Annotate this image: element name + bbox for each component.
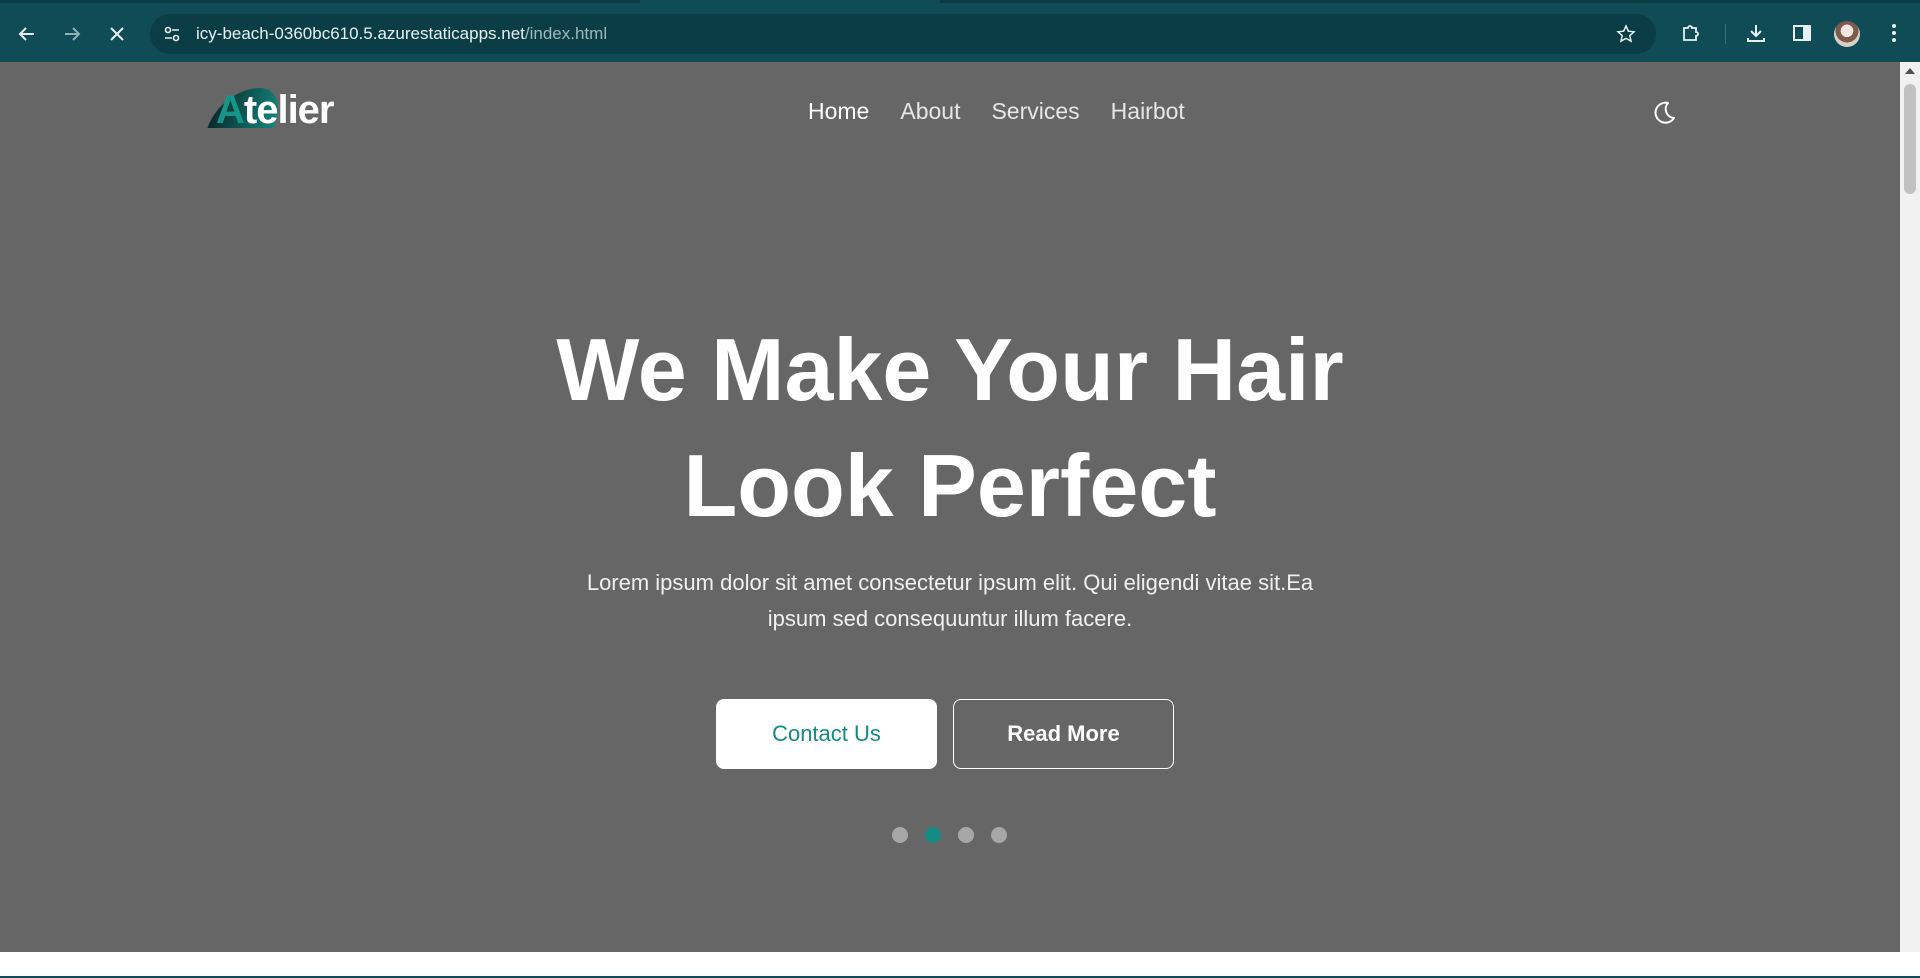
site-info-icon[interactable] [162,24,182,44]
scrollbar-thumb[interactable] [1904,84,1916,194]
star-icon[interactable] [1616,24,1636,44]
carousel-dot-2[interactable] [925,827,941,843]
logo-initial: A [216,88,245,132]
hero-title-line-1: We Make Your Hair [556,320,1344,419]
tab-strip-edge [940,0,1920,3]
carousel-dot-1[interactable] [892,827,908,843]
hero-section: Atelier Home About Services Hairbot We M… [0,62,1900,952]
nav-hairbot[interactable]: Hairbot [1111,98,1185,125]
stop-loading-button[interactable] [100,17,134,51]
browser-menu-button[interactable] [1880,19,1908,47]
logo-text: Atelier [216,88,334,133]
puzzle-icon [1683,25,1699,41]
read-more-button[interactable]: Read More [953,699,1174,769]
side-panel-icon [1793,25,1811,41]
page-below-fold [0,952,1920,978]
tab-strip-edge [0,0,640,3]
scroll-up-arrow-icon[interactable] [1905,68,1915,74]
extensions-button[interactable] [1677,19,1705,47]
hero-subtitle-line-2: ipsum sed consequuntur illum facere. [767,606,1133,631]
contact-us-button[interactable]: Contact Us [716,699,937,769]
nav-home[interactable]: Home [808,98,869,125]
carousel-indicators [892,827,1007,843]
download-icon [1747,25,1765,42]
main-nav: Home About Services Hairbot [808,98,1185,125]
theme-toggle-button[interactable] [1648,98,1678,128]
logo-rest: telier [243,88,335,132]
side-panel-button[interactable] [1788,19,1816,47]
close-icon [110,27,124,41]
arrow-right-icon [65,27,81,41]
more-vertical-icon [1892,24,1896,42]
downloads-button[interactable] [1742,19,1770,47]
hero-subtitle-line-1: Lorem ipsum dolor sit amet consectetur i… [586,570,1314,595]
carousel-dot-3[interactable] [958,827,974,843]
carousel-dot-4[interactable] [991,827,1007,843]
back-button[interactable] [10,17,44,51]
profile-avatar[interactable] [1834,21,1860,47]
url-text: icy-beach-0360bc610.5.azurestaticapps.ne… [196,24,607,44]
site-logo[interactable]: Atelier [207,84,352,146]
hero-subtitle: Lorem ipsum dolor sit amet consectetur i… [560,565,1340,637]
toolbar-separator [1725,24,1726,44]
url-path: /index.html [524,24,608,43]
url-host: icy-beach-0360bc610.5.azurestaticapps.ne… [196,24,525,43]
nav-about[interactable]: About [900,98,960,125]
moon-icon [1654,101,1675,124]
arrow-left-icon [18,27,34,41]
nav-services[interactable]: Services [991,98,1079,125]
forward-button[interactable] [55,17,89,51]
hero-title-line-2: Look Perfect [683,436,1217,535]
page-scrollbar[interactable] [1900,62,1920,952]
browser-toolbar: icy-beach-0360bc610.5.azurestaticapps.ne… [0,0,1920,62]
hero-title: We Make Your Hair Look Perfect [450,312,1450,544]
address-bar[interactable]: icy-beach-0360bc610.5.azurestaticapps.ne… [150,14,1656,54]
